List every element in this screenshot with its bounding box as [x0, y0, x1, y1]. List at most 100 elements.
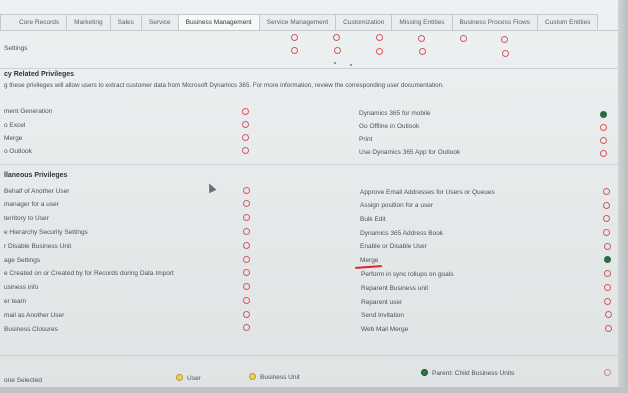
monitor-bezel-bottom [0, 387, 628, 393]
misc-left-label: territory to User [4, 215, 49, 222]
tab-core-records[interactable]: Core Records [0, 14, 68, 30]
privilege-ring-read-2[interactable] [334, 47, 341, 54]
misc-right-ring[interactable] [604, 298, 611, 305]
privacy-right-ring[interactable] [600, 150, 607, 157]
user-level-icon [176, 374, 183, 381]
security-role-privileges-screen: Core Records Marketing Sales Service Bus… [0, 0, 628, 393]
privilege-ring-append[interactable] [460, 35, 467, 42]
privacy-left-ring[interactable] [242, 108, 249, 115]
legend-edge-ring [604, 369, 611, 376]
tab-customization[interactable]: Customization [335, 14, 393, 30]
scroll-dot [334, 62, 336, 64]
privacy-left-ring[interactable] [242, 121, 249, 128]
misc-right-ring[interactable] [605, 325, 612, 332]
privilege-row-label: Settings [4, 45, 28, 52]
privacy-left-ring[interactable] [242, 134, 249, 141]
misc-right-label: Enable or Disable User [360, 243, 427, 250]
privacy-left-label: o Excel [4, 122, 26, 129]
mouse-cursor-icon [205, 181, 217, 194]
privacy-right-ring[interactable] [600, 137, 607, 144]
privilege-ring-delete[interactable] [418, 35, 425, 42]
privacy-right-label: Print [359, 136, 373, 143]
privilege-ring-append-to[interactable] [501, 36, 508, 43]
section-divider [0, 164, 618, 165]
misc-left-ring[interactable] [243, 311, 250, 318]
misc-left-ring[interactable] [243, 269, 250, 276]
legend-parent-child-label: Parent: Child Business Units [432, 370, 515, 377]
misc-section-title: llaneous Privileges [4, 172, 68, 179]
misc-left-label: e Created on or Created by for Records d… [4, 270, 174, 277]
legend-user-label: User [187, 375, 201, 382]
privacy-section-description: g these privileges will allow users to e… [4, 82, 444, 89]
misc-right-ring[interactable] [603, 215, 610, 222]
privacy-right-label: Go Offline in Outlook [359, 123, 420, 130]
legend-parent-child: Parent: Child Business Units [421, 369, 514, 377]
misc-left-ring[interactable] [243, 324, 250, 331]
misc-right-ring[interactable] [604, 270, 611, 277]
misc-right-ring[interactable] [605, 311, 612, 318]
legend-business-unit-label: Business Unit [260, 374, 300, 381]
misc-left-label: usiness info [4, 284, 39, 291]
legend-none-label: one Selected [4, 377, 42, 384]
privilege-ring-write-2[interactable] [376, 48, 383, 55]
misc-left-label: manager for a user [4, 201, 59, 208]
privacy-right-selected-dot[interactable] [600, 111, 607, 118]
misc-right-label: Bulk Edit [360, 216, 386, 223]
business-unit-level-icon [249, 373, 256, 380]
misc-left-ring[interactable] [243, 228, 250, 235]
misc-left-label: e Hierarchy Security Settings [4, 229, 88, 236]
privacy-section-title: cy Related Privileges [4, 71, 75, 78]
tab-custom-entities[interactable]: Custom Entities [536, 14, 599, 30]
misc-right-label: Perform in sync rollups on goals [361, 271, 454, 278]
tab-missing-entities[interactable]: Missing Entities [391, 14, 453, 30]
misc-right-ring[interactable] [603, 229, 610, 236]
misc-left-ring[interactable] [243, 200, 250, 207]
privilege-ring-assign-2[interactable] [502, 50, 509, 57]
privacy-left-label: ment Generation [4, 108, 53, 115]
misc-right-label: Reparent user [361, 299, 403, 306]
misc-right-label: Web Mail Merge [361, 326, 409, 333]
tab-marketing[interactable]: Marketing [66, 14, 111, 30]
privilege-ring-create[interactable] [291, 34, 298, 41]
tab-sales[interactable]: Sales [109, 14, 142, 30]
tab-service-management[interactable]: Service Management [258, 14, 337, 30]
privilege-ring-create-2[interactable] [291, 47, 298, 54]
misc-left-label: age Settings [4, 257, 41, 264]
privilege-ring-read[interactable] [333, 34, 340, 41]
tab-bar-underline [0, 30, 618, 31]
misc-left-ring[interactable] [243, 242, 250, 249]
privacy-left-label: o Outlook [4, 148, 32, 155]
privilege-ring-write[interactable] [376, 34, 383, 41]
misc-right-label: Approve Email Addresses for Users or Que… [360, 189, 495, 196]
misc-right-ring[interactable] [604, 284, 611, 291]
misc-right-ring[interactable] [603, 188, 610, 195]
misc-left-label: mail as Another User [4, 312, 65, 319]
red-highlight-underline [354, 265, 383, 269]
tab-business-process-flows[interactable]: Business Process Flows [451, 14, 538, 30]
misc-left-label: Behalf of Another User [4, 188, 70, 195]
misc-right-ring[interactable] [603, 202, 610, 209]
tab-service[interactable]: Service [140, 14, 179, 30]
legend-user: User [176, 374, 201, 382]
privacy-right-label: Dynamics 365 for mobile [359, 110, 431, 117]
privacy-right-ring[interactable] [600, 124, 607, 131]
misc-left-ring[interactable] [243, 214, 250, 221]
misc-right-label: Reparent Business unit [361, 285, 429, 292]
misc-left-ring[interactable] [243, 297, 250, 304]
legend-business-unit: Business Unit [249, 373, 300, 381]
privacy-left-ring[interactable] [242, 147, 249, 154]
legend-none-selected: one Selected [4, 377, 42, 384]
misc-right-selected-dot[interactable] [604, 256, 611, 263]
misc-left-ring[interactable] [243, 283, 250, 290]
scroll-dot [350, 64, 352, 66]
misc-right-ring[interactable] [604, 243, 611, 250]
misc-right-label-highlighted: Merge [360, 257, 379, 264]
misc-left-label: er team [4, 298, 27, 305]
tab-bar: Core Records Marketing Sales Service Bus… [0, 14, 599, 30]
misc-left-ring[interactable] [243, 256, 250, 263]
misc-left-ring[interactable] [243, 187, 250, 194]
privacy-right-label: Use Dynamics 365 App for Outlook [359, 149, 461, 156]
tab-business-management[interactable]: Business Management [177, 14, 260, 30]
privilege-ring-delete-2[interactable] [419, 48, 426, 55]
misc-right-label: Assign position for a user [360, 202, 433, 209]
